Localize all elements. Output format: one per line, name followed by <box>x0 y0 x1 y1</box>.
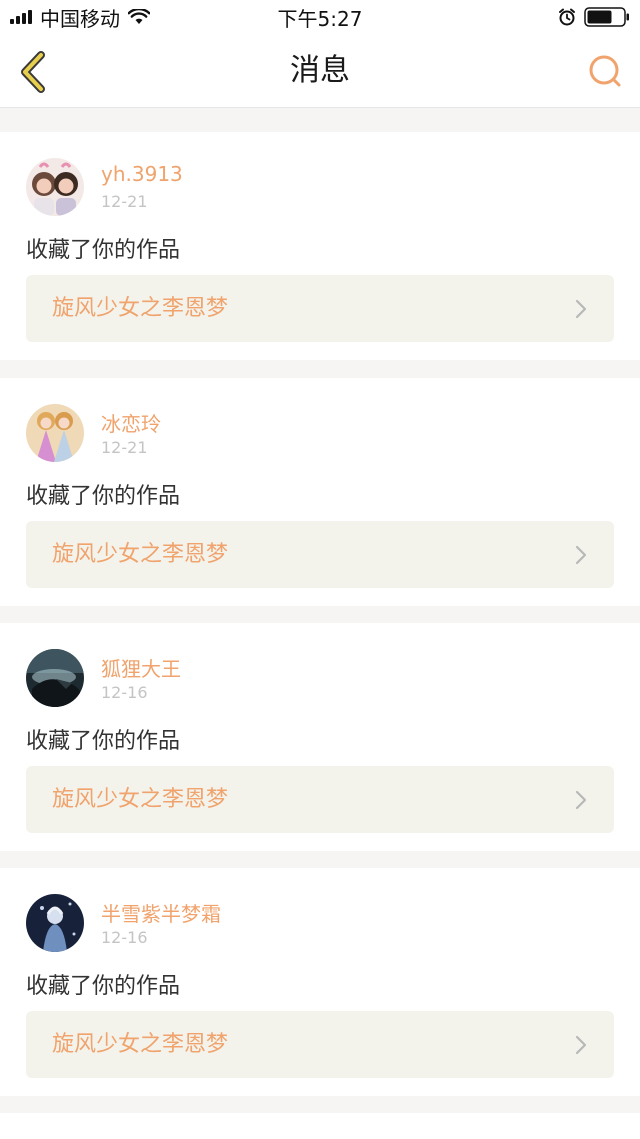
status-bar: 中国移动 下午5:27 <box>0 0 640 34</box>
username[interactable]: yh.3913 <box>101 162 183 186</box>
wifi-icon <box>128 9 150 24</box>
chevron-right-icon <box>575 545 587 565</box>
avatar-two-girls-icon <box>26 158 84 216</box>
nav-bar: 消息 <box>0 34 640 108</box>
avatar-princess-icon <box>26 404 84 462</box>
message-action: 收藏了你的作品 <box>26 729 181 754</box>
avatar[interactable] <box>26 894 84 952</box>
battery-icon <box>584 7 629 27</box>
work-link[interactable]: 旋风少女之李恩梦 <box>26 766 614 833</box>
message-card-partial <box>0 1113 640 1139</box>
message-action: 收藏了你的作品 <box>26 974 181 999</box>
work-link[interactable]: 旋风少女之李恩梦 <box>26 521 614 588</box>
avatar[interactable] <box>26 158 84 216</box>
avatar[interactable] <box>26 404 84 462</box>
avatar[interactable] <box>26 649 84 707</box>
username[interactable]: 冰恋玲 <box>101 408 161 437</box>
work-title: 旋风少女之李恩梦 <box>52 542 229 567</box>
alarm-clock-icon <box>559 8 575 26</box>
avatar-dark-scene-icon <box>26 649 84 707</box>
message-date: 12-16 <box>101 683 148 702</box>
message-card: 冰恋玲 12-21 收藏了你的作品 旋风少女之李恩梦 <box>0 378 640 606</box>
message-date: 12-21 <box>101 192 148 211</box>
username[interactable]: 狐狸大王 <box>101 653 181 682</box>
message-card: yh.3913 12-21 收藏了你的作品 旋风少女之李恩梦 <box>0 132 640 360</box>
chevron-right-icon <box>575 299 587 319</box>
message-card: 半雪紫半梦霜 12-16 收藏了你的作品 旋风少女之李恩梦 <box>0 868 640 1096</box>
carrier-label: 中国移动 <box>40 6 120 31</box>
status-right <box>558 7 630 27</box>
cellular-signal-icon <box>10 10 32 24</box>
chevron-right-icon <box>575 1035 587 1055</box>
message-card: 狐狸大王 12-16 收藏了你的作品 旋风少女之李恩梦 <box>0 623 640 851</box>
work-link[interactable]: 旋风少女之李恩梦 <box>26 1011 614 1078</box>
work-title: 旋风少女之李恩梦 <box>52 1032 229 1057</box>
message-date: 12-21 <box>101 438 148 457</box>
chevron-right-icon <box>575 790 587 810</box>
page-title: 消息 <box>290 53 350 88</box>
message-date: 12-16 <box>101 928 148 947</box>
message-action: 收藏了你的作品 <box>26 484 181 509</box>
status-left: 中国移动 <box>10 3 150 32</box>
messages-page: 中国移动 下午5:27 消息 yh.3913 12-21 收藏了你的作品 旋风少… <box>0 0 640 1139</box>
search-icon[interactable] <box>586 52 626 92</box>
work-link[interactable]: 旋风少女之李恩梦 <box>26 275 614 342</box>
username[interactable]: 半雪紫半梦霜 <box>101 898 221 927</box>
work-title: 旋风少女之李恩梦 <box>52 296 229 321</box>
avatar-blue-figure-icon <box>26 894 84 952</box>
work-title: 旋风少女之李恩梦 <box>52 787 229 812</box>
message-action: 收藏了你的作品 <box>26 238 181 263</box>
